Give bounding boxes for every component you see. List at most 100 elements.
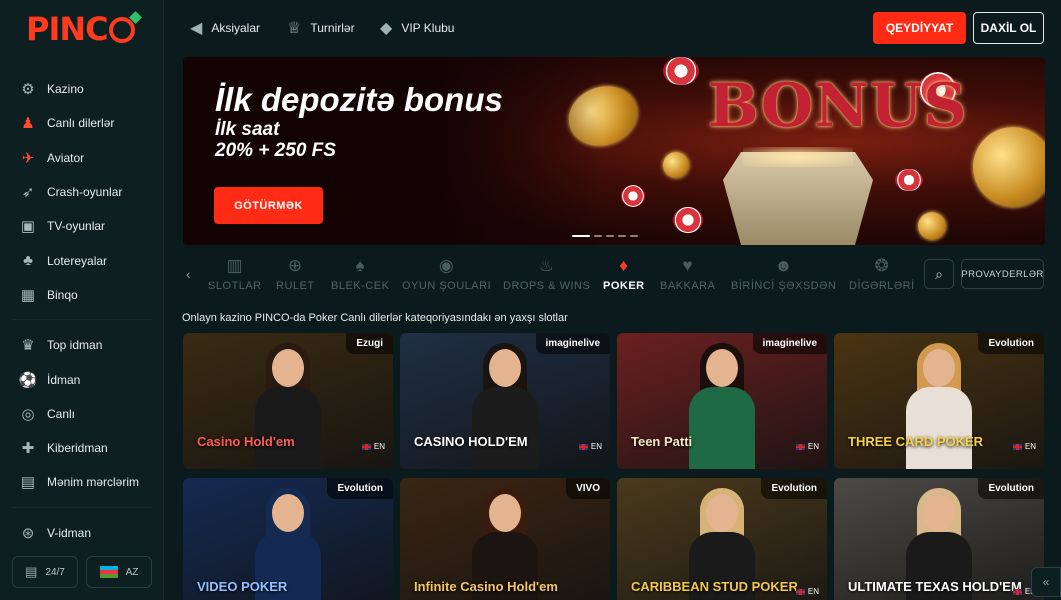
sidebar-item-live[interactable]: ◎ Canlı <box>0 397 164 431</box>
dealer-body <box>255 387 321 469</box>
tab-blackjack[interactable]: ♠ BLEK-CEK <box>331 256 389 292</box>
promo-banner[interactable]: BONUS İlk depozitə bonus İlk saat 20% + … <box>183 57 1045 245</box>
tab-others[interactable]: ❂ DİGƏRLƏRİ <box>849 256 915 292</box>
search-button[interactable]: ⌕ <box>924 259 954 289</box>
tab-roulette[interactable]: ⊕ RULET <box>276 256 315 292</box>
tab-slots[interactable]: ▥ SLOTLAR <box>208 256 262 292</box>
register-button[interactable]: QEYDİYYAT <box>873 12 966 44</box>
sidebar-item-top-sport[interactable]: ♛ Top idman <box>0 328 164 362</box>
section-title: Onlayn kazino PINCO-da Poker Canlı diler… <box>182 312 568 324</box>
tab-label: BAKKARA <box>660 280 716 292</box>
dealer-head <box>489 349 521 387</box>
virtual-sport-icon: ⊛ <box>21 524 35 542</box>
pagination-dot[interactable] <box>606 235 614 237</box>
sidebar-item-aviator[interactable]: ✈ Aviator <box>0 141 164 175</box>
tab-drops-wins[interactable]: ♨ DROPS & WINS <box>503 256 590 292</box>
gamepad-icon: ✚ <box>21 440 35 458</box>
coin-decoration <box>918 212 946 240</box>
tab-label: RULET <box>276 280 315 292</box>
uk-flag-icon <box>795 443 805 450</box>
chip-decoration <box>663 57 699 85</box>
pagination-dot[interactable] <box>594 235 602 237</box>
game-card[interactable]: Evolution THREE CARD POKER EN <box>834 333 1044 469</box>
tab-label: DROPS & WINS <box>503 280 591 292</box>
tab-label: POKER <box>603 280 645 292</box>
sidebar-item-label: Aviator <box>47 150 85 165</box>
pagination-dot[interactable] <box>572 235 590 237</box>
search-icon: ⌕ <box>935 265 943 282</box>
game-card[interactable]: EvolutionVIDEO POKERFIRST PERSON <box>183 478 393 600</box>
providers-button[interactable]: PROVAYDERLƏR <box>961 259 1044 289</box>
claim-bonus-button[interactable]: GÖTÜRMƏK <box>214 187 323 224</box>
login-button[interactable]: DAXİL OL <box>973 12 1044 44</box>
pagination-dot[interactable] <box>618 235 626 237</box>
dealer-head <box>706 494 738 532</box>
dealer-figure <box>904 343 974 469</box>
game-card[interactable]: VIVO Infinite Casino Hold'em <box>400 478 610 600</box>
dealer-body <box>689 387 755 469</box>
game-card[interactable]: imaginelive CASINO HOLD'EM EN <box>400 333 610 469</box>
language-label: AZ <box>125 566 139 578</box>
sidebar-item-bingo[interactable]: ▦ Binqo <box>0 278 164 312</box>
nav-promotions[interactable]: ◀ Aksiyalar <box>190 18 260 38</box>
nav-tournaments[interactable]: ♕ Turnirlər <box>287 18 355 38</box>
top-bar: ◀ Aksiyalar ♕ Turnirlər ◆ VIP Klubu QEYDİYY… <box>164 0 1061 56</box>
pagination-dot[interactable] <box>630 235 638 237</box>
tab-baccarat[interactable]: ♥ BAKKARA <box>660 256 715 292</box>
slot-icon: ▥ <box>226 256 244 275</box>
language-code: EN <box>807 442 819 451</box>
sidebar-item-virtual-sport[interactable]: ⊛ V-idman <box>0 516 164 550</box>
cup-icon: ♕ <box>287 20 302 37</box>
chip-decoration <box>673 207 703 233</box>
tab-label: BİRİNCİ ŞƏXSDƏN <box>731 280 837 292</box>
tab-game-shows[interactable]: ◉ OYUN ŞOULARI <box>402 256 491 292</box>
sidebar-item-esports[interactable]: ✚ Kiberidman <box>0 431 164 465</box>
uk-flag-icon <box>361 443 371 450</box>
language-button[interactable]: AZ <box>86 556 152 588</box>
sidebar-item-label: İdman <box>47 372 81 387</box>
game-title: Teen Patti <box>631 434 693 449</box>
coin-decoration <box>973 127 1045 207</box>
uk-flag-icon <box>578 443 588 450</box>
provider-badge: imaginelive <box>535 333 610 354</box>
dealer-head <box>272 349 304 387</box>
sidebar-item-my-bets[interactable]: ▤ Mənim mərclərim <box>0 465 164 499</box>
chat-icon: ▤ <box>25 564 38 579</box>
sidebar-item-crash[interactable]: ➶ Crash-oyunlar <box>0 175 164 209</box>
pinco-logo[interactable]: PINC <box>26 10 135 48</box>
tab-poker[interactable]: ♦ POKER <box>603 256 645 292</box>
dealer-body <box>906 387 972 469</box>
game-card[interactable]: Evolution CARIBBEAN STUD POKER EN <box>617 478 827 600</box>
uk-flag-icon <box>1012 443 1022 450</box>
language-code: EN <box>1024 442 1036 451</box>
provider-badge: Evolution <box>761 478 827 499</box>
game-card[interactable]: Ezugi Casino Hold'em EN <box>183 333 393 469</box>
bingo-icon: ▦ <box>20 286 36 304</box>
sidebar-item-tv-games[interactable]: ▣ TV-oyunlar <box>0 209 164 243</box>
drops-icon: ♨ <box>538 256 555 275</box>
sidebar-item-lotteries[interactable]: ♣ Lotereyalar <box>0 243 164 277</box>
language-tag: EN <box>795 442 819 451</box>
language-code: EN <box>373 442 385 451</box>
banner-title: İlk depozitə bonus <box>215 81 503 118</box>
more-icon: ❂ <box>874 256 890 275</box>
football-icon: ⚽ <box>18 371 38 389</box>
baccarat-icon: ♥ <box>682 256 694 275</box>
game-title: ULTIMATE TEXAS HOLD'EM <box>848 579 1022 594</box>
chevron-left-icon[interactable]: ‹ <box>186 266 191 282</box>
game-card[interactable]: imaginelive Teen Patti EN <box>617 333 827 469</box>
nav-vip-club[interactable]: ◆ VIP Klubu <box>380 18 454 38</box>
tab-first-person[interactable]: ☻ BİRİNCİ ŞƏXSDƏN <box>731 256 836 292</box>
sidebar-item-kazino[interactable]: ⚙ Kazino <box>0 72 164 106</box>
game-card[interactable]: EvolutionULTIMATE TEXAS HOLD'EMEN <box>834 478 1044 600</box>
lottery-icon: ♣ <box>23 252 33 270</box>
tab-label: OYUN ŞOULARI <box>402 280 492 292</box>
banner-pagination <box>572 235 638 237</box>
support-button[interactable]: ▤ 24/7 <box>12 556 78 588</box>
tv-icon: ▣ <box>20 218 36 236</box>
language-tag: EN <box>361 442 385 451</box>
sidebar-item-sport[interactable]: ⚽ İdman <box>0 362 164 396</box>
sidebar-item-live-dealers[interactable]: ♟ Canlı dilerlər <box>0 106 164 140</box>
game-title: CARIBBEAN STUD POKER <box>631 579 798 594</box>
collapse-panel-button[interactable]: « <box>1031 567 1061 597</box>
